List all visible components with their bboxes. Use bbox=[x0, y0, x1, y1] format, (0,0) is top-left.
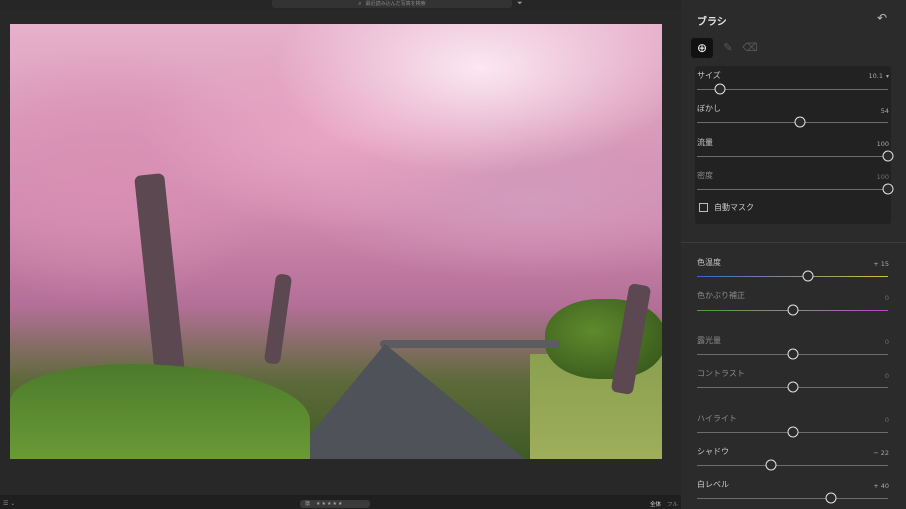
flow-slider-handle[interactable] bbox=[882, 150, 894, 162]
size-slider[interactable] bbox=[697, 83, 888, 95]
contrast-value[interactable]: 0 bbox=[885, 372, 889, 380]
density-slider-handle[interactable] bbox=[882, 183, 894, 195]
temp-value[interactable]: + 15 bbox=[873, 260, 889, 268]
flag-filter[interactable]: 旗 bbox=[305, 501, 310, 507]
highlights-label: ハイライト bbox=[697, 414, 737, 423]
density-slider[interactable] bbox=[697, 183, 894, 195]
filter-icon[interactable]: ⏷ bbox=[517, 0, 523, 8]
flow-label: 流量 bbox=[697, 138, 713, 147]
whites-slider-handle[interactable] bbox=[825, 492, 837, 504]
photo-tree-trunk bbox=[134, 173, 186, 385]
tint-slider-handle[interactable] bbox=[787, 304, 798, 316]
size-slider-handle[interactable] bbox=[714, 83, 726, 95]
brush-icon: ✎ bbox=[723, 41, 733, 54]
panel-divider bbox=[681, 242, 906, 243]
exposure-slider[interactable] bbox=[697, 348, 888, 360]
whites-label: 白レベル bbox=[697, 480, 729, 489]
temp-slider-handle[interactable] bbox=[802, 270, 814, 282]
eraser-tool[interactable]: ⌫ bbox=[739, 38, 761, 58]
shadows-label: シャドウ bbox=[697, 447, 729, 456]
tint-slider[interactable] bbox=[697, 304, 888, 316]
feather-value[interactable]: 54 bbox=[881, 107, 889, 115]
flow-slider[interactable] bbox=[697, 150, 894, 162]
search-input[interactable]: ⌕ 最近読み込んだ写真を検索 bbox=[272, 0, 512, 8]
plus-circle-icon: ⊕ bbox=[696, 41, 708, 55]
search-placeholder: 最近読み込んだ写真を検索 bbox=[365, 1, 426, 7]
automask-label: 自動マスク bbox=[714, 203, 754, 212]
brush-tool[interactable]: ✎ bbox=[717, 38, 739, 58]
photo-tree-trunk bbox=[263, 273, 293, 365]
image-canvas[interactable] bbox=[0, 10, 681, 495]
tint-label: 色かぶり補正 bbox=[697, 291, 745, 300]
size-value[interactable]: 10.1 ▾ bbox=[869, 72, 890, 80]
eraser-icon: ⌫ bbox=[742, 41, 758, 54]
temp-label: 色温度 bbox=[697, 258, 721, 267]
view-full-button[interactable]: 全体 bbox=[650, 500, 661, 508]
size-value-text: 10.1 bbox=[868, 72, 883, 80]
whites-slider[interactable] bbox=[697, 492, 888, 504]
star-rating[interactable]: ★★★★★ bbox=[316, 501, 343, 507]
feather-slider-handle[interactable] bbox=[794, 116, 806, 128]
whites-value[interactable]: + 40 bbox=[873, 482, 889, 490]
rating-filter[interactable]: 旗 ★★★★★ bbox=[300, 500, 370, 508]
shadows-slider-handle[interactable] bbox=[765, 459, 777, 471]
highlights-slider-handle[interactable] bbox=[787, 426, 798, 438]
photo-road bbox=[290, 344, 525, 459]
photo-preview[interactable] bbox=[10, 24, 662, 459]
exposure-slider-handle[interactable] bbox=[787, 348, 798, 360]
photo-grass-left bbox=[10, 364, 310, 459]
reset-icon[interactable]: ↶ bbox=[877, 11, 887, 25]
shadows-value[interactable]: − 22 bbox=[873, 449, 889, 457]
exposure-value[interactable]: 0 bbox=[885, 338, 889, 346]
chevron-down-icon[interactable]: ▾ bbox=[886, 73, 889, 80]
flow-value[interactable]: 100 bbox=[877, 140, 889, 148]
sort-icon[interactable]: ☰ ⌄ bbox=[3, 500, 15, 507]
feather-slider[interactable] bbox=[697, 116, 888, 128]
search-icon: ⌕ bbox=[358, 0, 362, 7]
tint-value[interactable]: 0 bbox=[885, 294, 889, 302]
shadows-slider[interactable] bbox=[697, 459, 888, 471]
top-bar: ⌕ 最近読み込んだ写真を検索 ⏷ bbox=[0, 0, 681, 10]
contrast-slider[interactable] bbox=[697, 381, 888, 393]
size-label: サイズ bbox=[697, 71, 721, 80]
feather-label: ぼかし bbox=[697, 104, 721, 113]
contrast-label: コントラスト bbox=[697, 369, 745, 378]
exposure-label: 露光量 bbox=[697, 336, 721, 345]
density-value[interactable]: 100 bbox=[877, 173, 889, 181]
density-label: 密度 bbox=[697, 171, 713, 180]
automask-checkbox[interactable] bbox=[699, 203, 708, 212]
edit-panel: ブラシ ↶ ⊕ ✎ ⌫ サイズ 10.1 ▾ ぼかし 54 流量 100 密度 1… bbox=[681, 0, 906, 509]
highlights-value[interactable]: 0 bbox=[885, 416, 889, 424]
brush-add-tool[interactable]: ⊕ bbox=[691, 38, 713, 58]
temp-slider[interactable] bbox=[697, 270, 888, 282]
view-fit-button[interactable]: フル bbox=[667, 500, 678, 508]
contrast-slider-handle[interactable] bbox=[787, 381, 798, 393]
panel-title: ブラシ bbox=[697, 17, 727, 28]
highlights-slider[interactable] bbox=[697, 426, 888, 438]
